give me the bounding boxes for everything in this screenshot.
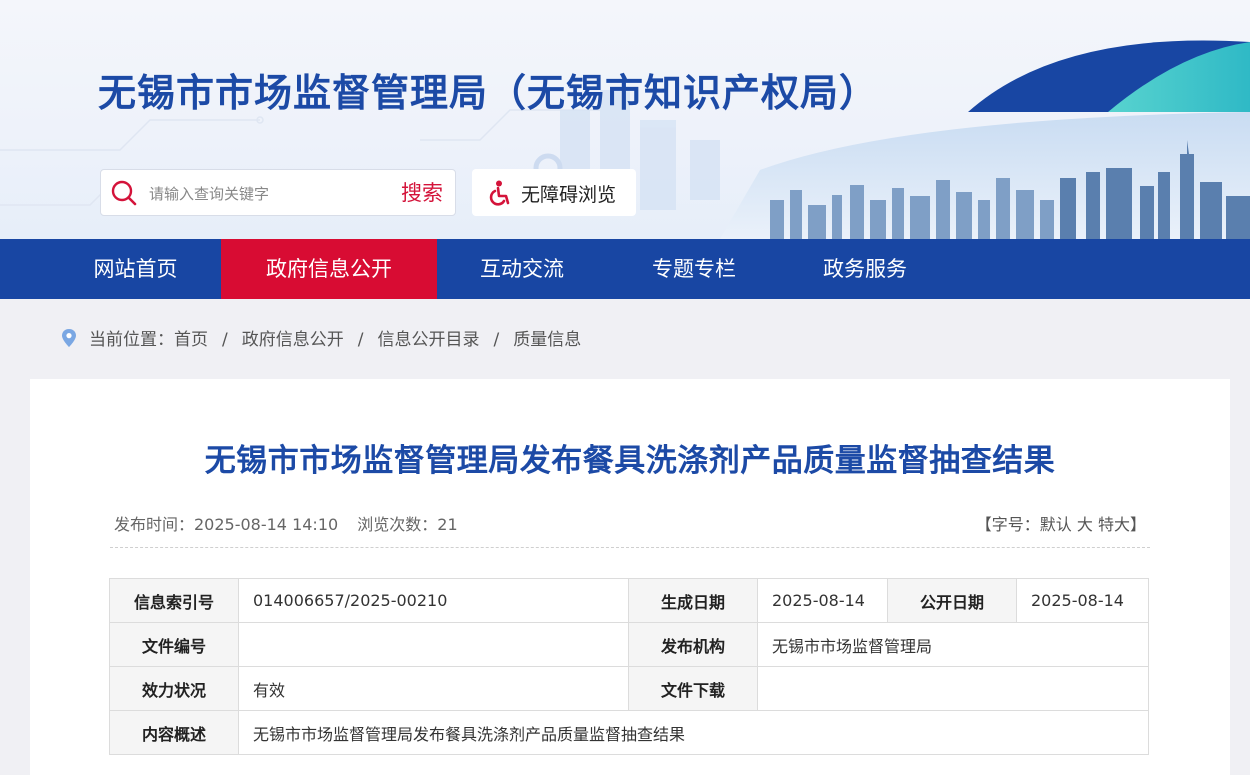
summary-value: 无锡市市场监督管理局发布餐具洗涤剂产品质量监督抽查结果 [238,710,1149,755]
summary-label: 内容概述 [109,710,239,755]
file-download-label: 文件下载 [628,666,758,711]
meta-divider [110,547,1150,548]
font-size-label: 字号： [991,515,1040,534]
breadcrumb-separator: / [493,330,500,350]
public-date-value: 2025-08-14 [1016,578,1149,623]
document-no-label: 文件编号 [109,622,239,667]
table-row: 文件编号 发布机构 无锡市市场监督管理局 [109,622,1149,667]
breadcrumb-catalog[interactable]: 信息公开目录 [377,330,479,350]
file-download-value [757,666,1149,711]
search-box: 搜索 [100,169,456,216]
site-header: 无锡市市场监督管理局（无锡市知识产权局） 搜索 无障碍浏览 [0,0,1250,239]
issuer-label: 发布机构 [628,622,758,667]
accessibility-button[interactable]: 无障碍浏览 [472,169,636,216]
nav-item-services[interactable]: 政务服务 [801,239,929,299]
font-size-large[interactable]: 大 [1077,515,1093,534]
document-no-value [238,622,629,667]
nav-item-interaction[interactable]: 互动交流 [458,239,586,299]
publish-time: 发布时间：2025-08-14 14:10 [114,515,339,534]
article-panel: 无锡市市场监督管理局发布餐具洗涤剂产品质量监督抽查结果 发布时间：2025-08… [30,379,1230,775]
location-pin-icon [62,329,76,347]
table-row: 效力状况 有效 文件下载 [109,666,1149,711]
nav-item-gov-info[interactable]: 政府信息公开 [221,239,437,299]
table-row: 内容概述 无锡市市场监督管理局发布餐具洗涤剂产品质量监督抽查结果 [109,710,1149,755]
main-nav: 网站首页 政府信息公开 互动交流 专题专栏 政务服务 [0,239,1250,299]
breadcrumb-separator: / [222,330,228,350]
issuer-value: 无锡市市场监督管理局 [757,622,1149,667]
table-row: 信息索引号 014006657/2025-00210 生成日期 2025-08-… [109,578,1149,623]
breadcrumb: 当前位置：首页 / 政府信息公开 / 信息公开目录 / 质量信息 [60,326,581,354]
search-button[interactable]: 搜索 [401,178,443,208]
font-size-bracket-close: 】 [1129,515,1146,534]
breadcrumb-gov-info[interactable]: 政府信息公开 [242,330,344,350]
view-count: 浏览次数：21 [357,515,458,534]
generated-date-value: 2025-08-14 [757,578,888,623]
font-size-bracket-open: 【 [975,515,992,534]
site-title: 无锡市市场监督管理局（无锡市知识产权局） [98,71,879,115]
validity-label: 效力状况 [109,666,239,711]
search-input[interactable] [147,178,391,210]
wheelchair-icon [489,180,510,206]
accessibility-label: 无障碍浏览 [521,184,617,206]
public-date-label: 公开日期 [887,578,1017,623]
font-size-xlarge[interactable]: 特大 [1098,515,1130,534]
font-size-default[interactable]: 默认 [1040,515,1072,534]
search-icon [111,180,137,206]
article-title: 无锡市市场监督管理局发布餐具洗涤剂产品质量监督抽查结果 [204,443,1056,479]
index-no-value: 014006657/2025-00210 [238,578,629,623]
font-size-control: 【字号：默认 大 特大】 [976,511,1146,535]
info-table: 信息索引号 014006657/2025-00210 生成日期 2025-08-… [109,578,1149,755]
nav-item-special-topics[interactable]: 专题专栏 [630,239,758,299]
breadcrumb-separator: / [357,330,364,350]
breadcrumb-prefix: 当前位置： [89,330,174,350]
breadcrumb-home[interactable]: 首页 [174,330,208,350]
article-meta: 发布时间：2025-08-14 14:10 浏览次数：21 [114,511,458,535]
breadcrumb-quality-info[interactable]: 质量信息 [513,330,581,350]
index-no-label: 信息索引号 [109,578,239,623]
generated-date-label: 生成日期 [628,578,758,623]
nav-item-home[interactable]: 网站首页 [70,239,201,299]
validity-value: 有效 [238,666,629,711]
